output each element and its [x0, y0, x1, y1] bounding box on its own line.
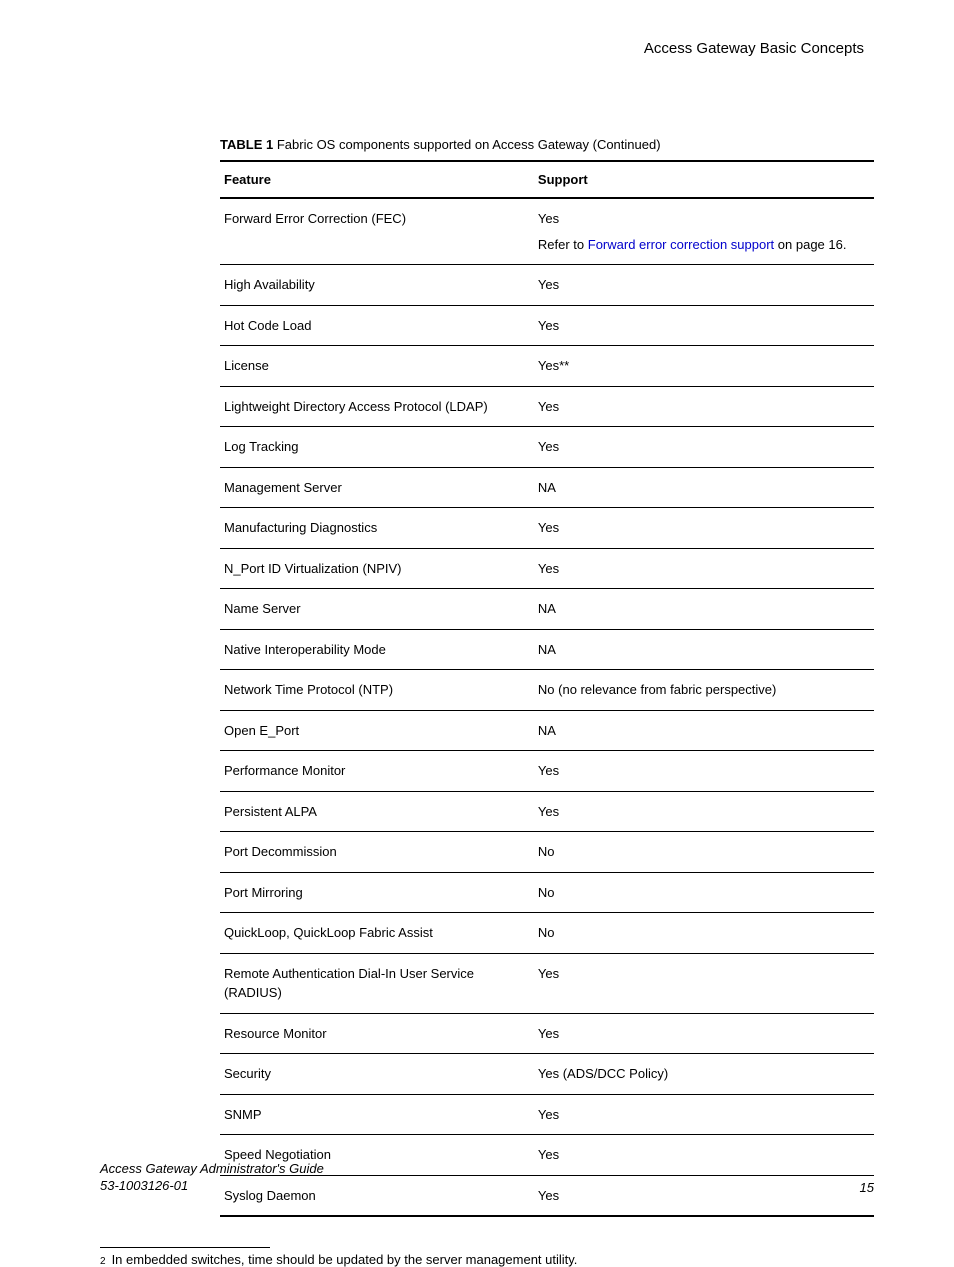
table-caption-text: Fabric OS components supported on Access…	[277, 137, 661, 152]
table-row: Port MirroringNo	[220, 872, 874, 913]
cell-feature: High Availability	[220, 265, 534, 306]
cell-feature: Hot Code Load	[220, 305, 534, 346]
cell-support: Yes	[534, 386, 874, 427]
cell-support: Yes	[534, 1013, 874, 1054]
cell-feature: Resource Monitor	[220, 1013, 534, 1054]
feature-table: Feature Support Forward Error Correction…	[220, 160, 874, 1217]
cell-feature: Port Mirroring	[220, 872, 534, 913]
cell-support: NA	[534, 589, 874, 630]
page-header: Access Gateway Basic Concepts	[100, 40, 874, 57]
cell-support: Yes	[534, 265, 874, 306]
cell-support: No	[534, 872, 874, 913]
table-row: Log TrackingYes	[220, 427, 874, 468]
table-row: Performance MonitorYes	[220, 751, 874, 792]
cell-feature: Native Interoperability Mode	[220, 629, 534, 670]
table-row: Network Time Protocol (NTP)No (no releva…	[220, 670, 874, 711]
cell-feature: Security	[220, 1054, 534, 1095]
table-row: QuickLoop, QuickLoop Fabric AssistNo	[220, 913, 874, 954]
table-row: Native Interoperability ModeNA	[220, 629, 874, 670]
cell-support: Yes	[534, 953, 874, 1013]
table-row: High AvailabilityYes	[220, 265, 874, 306]
cell-feature: Network Time Protocol (NTP)	[220, 670, 534, 711]
table-row: Lightweight Directory Access Protocol (L…	[220, 386, 874, 427]
cross-reference-link[interactable]: Forward error correction support	[588, 237, 774, 252]
table-row: Persistent ALPAYes	[220, 791, 874, 832]
col-header-feature: Feature	[220, 161, 534, 198]
table-row: Manufacturing DiagnosticsYes	[220, 508, 874, 549]
table-row: SecurityYes (ADS/DCC Policy)	[220, 1054, 874, 1095]
table-row: Hot Code LoadYes	[220, 305, 874, 346]
cell-support: YesRefer to Forward error correction sup…	[534, 198, 874, 265]
cell-support: Yes	[534, 305, 874, 346]
cell-support: No (no relevance from fabric perspective…	[534, 670, 874, 711]
cell-feature: Persistent ALPA	[220, 791, 534, 832]
footer-page-number: 15	[860, 1180, 874, 1195]
table-row: Management ServerNA	[220, 467, 874, 508]
cell-feature: Port Decommission	[220, 832, 534, 873]
cell-support: NA	[534, 710, 874, 751]
cell-support: Yes	[534, 1094, 874, 1135]
cell-support: Yes (ADS/DCC Policy)	[534, 1054, 874, 1095]
table-row: Forward Error Correction (FEC)YesRefer t…	[220, 198, 874, 265]
cell-feature: License	[220, 346, 534, 387]
footer-doc-title: Access Gateway Administrator's Guide	[100, 1161, 324, 1178]
cell-support: Yes**	[534, 346, 874, 387]
table-row: Remote Authentication Dial-In User Servi…	[220, 953, 874, 1013]
table-row: LicenseYes**	[220, 346, 874, 387]
cell-note: Refer to Forward error correction suppor…	[538, 235, 870, 255]
cell-support: Yes	[534, 791, 874, 832]
footer-doc-number: 53-1003126-01	[100, 1178, 324, 1195]
cell-feature: QuickLoop, QuickLoop Fabric Assist	[220, 913, 534, 954]
cell-support: Yes	[534, 548, 874, 589]
table-row: Port DecommissionNo	[220, 832, 874, 873]
footnote-rule	[100, 1247, 270, 1248]
cell-feature: Forward Error Correction (FEC)	[220, 198, 534, 265]
col-header-support: Support	[534, 161, 874, 198]
cell-feature: SNMP	[220, 1094, 534, 1135]
cell-feature: Log Tracking	[220, 427, 534, 468]
cell-feature: Management Server	[220, 467, 534, 508]
footnote: 2 In embedded switches, time should be u…	[100, 1252, 874, 1267]
cell-support: Yes	[534, 751, 874, 792]
table-row: Name ServerNA	[220, 589, 874, 630]
cell-feature: Remote Authentication Dial-In User Servi…	[220, 953, 534, 1013]
cell-feature: N_Port ID Virtualization (NPIV)	[220, 548, 534, 589]
table-row: Resource MonitorYes	[220, 1013, 874, 1054]
cell-support: NA	[534, 629, 874, 670]
cell-feature: Manufacturing Diagnostics	[220, 508, 534, 549]
cell-feature: Performance Monitor	[220, 751, 534, 792]
cell-support: No	[534, 832, 874, 873]
table-row: N_Port ID Virtualization (NPIV)Yes	[220, 548, 874, 589]
table-row: Open E_PortNA	[220, 710, 874, 751]
table-row: SNMPYes	[220, 1094, 874, 1135]
table-label: TABLE 1	[220, 137, 273, 152]
table-caption: TABLE 1 Fabric OS components supported o…	[220, 137, 874, 152]
cell-support: Yes	[534, 427, 874, 468]
footnote-text: In embedded switches, time should be upd…	[112, 1252, 578, 1267]
cell-support: NA	[534, 467, 874, 508]
cell-feature: Lightweight Directory Access Protocol (L…	[220, 386, 534, 427]
cell-feature: Open E_Port	[220, 710, 534, 751]
cell-support: No	[534, 913, 874, 954]
cell-feature: Name Server	[220, 589, 534, 630]
cell-support: Yes	[534, 508, 874, 549]
footnote-number: 2	[100, 1256, 106, 1267]
